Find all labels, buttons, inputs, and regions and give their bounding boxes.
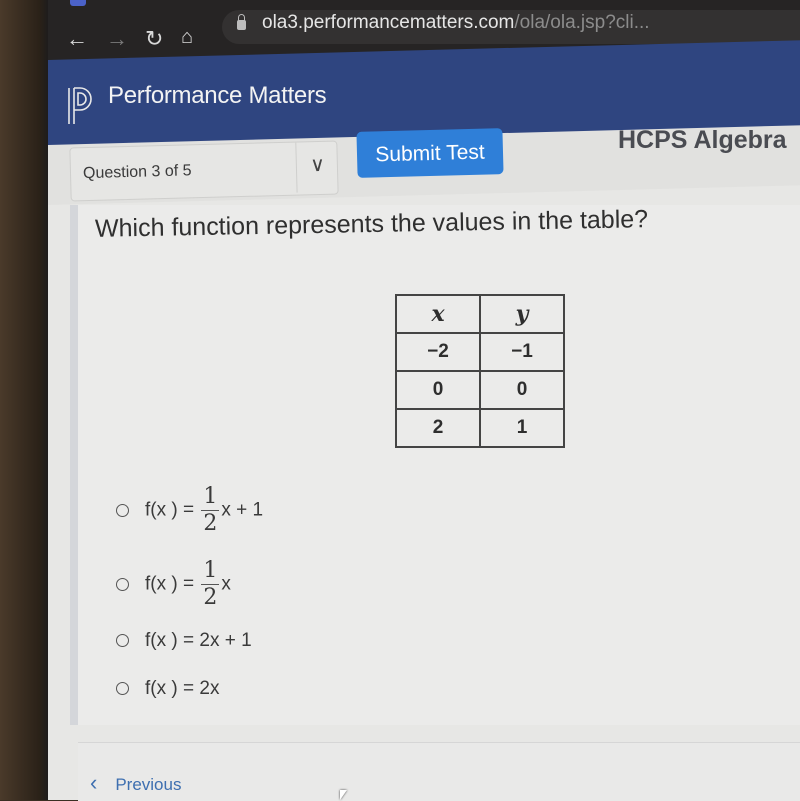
answer-option-1[interactable]: f(x ) = 12x + 1 xyxy=(116,484,263,537)
previous-button[interactable]: ‹ Previous xyxy=(90,770,181,796)
fraction-denominator: 2 xyxy=(203,511,218,536)
course-title: HCPS Algebra xyxy=(618,126,787,154)
home-icon[interactable]: ⌂ xyxy=(181,26,193,49)
chevron-left-icon: ‹ xyxy=(90,770,98,795)
table-cell: 0 xyxy=(395,370,481,410)
radio-button[interactable] xyxy=(116,682,129,696)
values-table: x y −2 −1 0 0 2 1 xyxy=(395,294,565,448)
question-selector-label: Question 3 of 5 xyxy=(82,162,192,183)
brand-name: Performance Matters xyxy=(108,82,327,109)
forward-arrow-icon[interactable]: → xyxy=(106,26,128,52)
table-cell: 0 xyxy=(479,370,565,410)
answer-option-3[interactable]: f(x ) = 2x + 1 xyxy=(116,630,252,652)
mouse-cursor-icon xyxy=(340,790,347,800)
table-row: 0 0 xyxy=(395,370,565,410)
option-text: 2x xyxy=(199,678,220,699)
radio-button[interactable] xyxy=(116,578,129,591)
table-cell: −2 xyxy=(395,332,481,372)
option-prefix: f(x ) = xyxy=(145,499,195,521)
fraction: 12 xyxy=(201,558,220,611)
table-header-row: x y xyxy=(395,294,565,334)
lock-icon xyxy=(237,14,246,30)
url-text[interactable]: ola3.performancematters.com/ola/ola.jsp?… xyxy=(262,12,650,34)
option-suffix: x + 1 xyxy=(221,499,264,521)
radio-button[interactable] xyxy=(116,634,129,648)
fraction-numerator: 1 xyxy=(201,484,220,511)
question-selector[interactable]: Question 3 of 5 ∨ xyxy=(69,140,339,202)
fraction-numerator: 1 xyxy=(201,558,220,585)
table-cell: −1 xyxy=(479,332,565,372)
table-row: 2 1 xyxy=(395,408,565,448)
panel-left-border xyxy=(70,205,78,725)
navigation-footer xyxy=(78,742,800,801)
option-prefix: f(x ) = xyxy=(145,630,195,651)
table-cell: 2 xyxy=(395,408,481,448)
back-arrow-icon[interactable]: ← xyxy=(66,26,88,52)
option-prefix: f(x ) = xyxy=(145,678,195,699)
option-suffix: x xyxy=(221,573,231,595)
chevron-down-icon[interactable]: ∨ xyxy=(310,152,325,177)
url-host: ola3.performancematters.com xyxy=(262,12,515,33)
table-cell: 1 xyxy=(479,408,565,448)
option-prefix: f(x ) = xyxy=(145,573,195,595)
browser-tab-favicon[interactable] xyxy=(70,0,86,6)
performance-matters-logo-icon xyxy=(68,87,92,124)
url-path: /ola/ola.jsp?cli... xyxy=(514,12,650,33)
previous-label: Previous xyxy=(115,775,182,794)
submit-test-button[interactable]: Submit Test xyxy=(356,128,504,178)
answer-option-4[interactable]: f(x ) = 2x xyxy=(116,678,219,700)
option-text: 2x + 1 xyxy=(199,630,252,651)
table-header-y: y xyxy=(479,294,565,334)
table-row: −2 −1 xyxy=(395,332,565,372)
table-header-x: x xyxy=(395,294,481,334)
radio-button[interactable] xyxy=(116,504,129,517)
fraction-denominator: 2 xyxy=(203,585,218,610)
selector-divider xyxy=(295,142,298,193)
fraction: 12 xyxy=(201,484,220,537)
answer-option-2[interactable]: f(x ) = 12x xyxy=(116,558,231,611)
reload-icon[interactable]: ↻ xyxy=(145,26,163,52)
